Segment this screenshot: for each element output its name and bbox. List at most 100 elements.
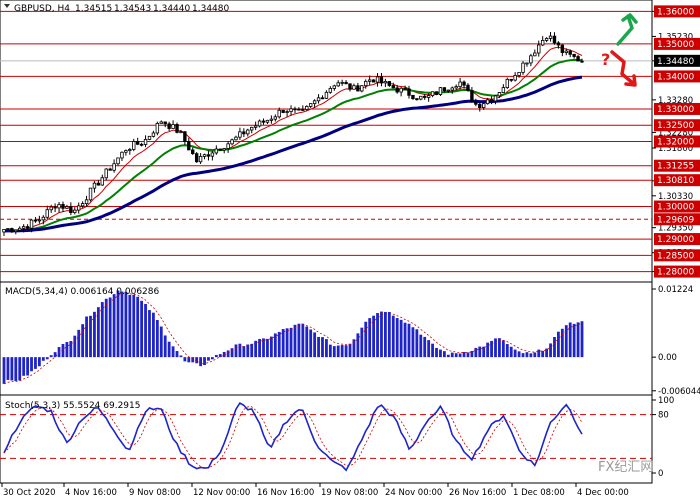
candle-body [214,148,219,154]
macd-bar [77,329,81,358]
macd-bar [246,344,250,358]
candle-body [183,131,187,142]
candle-body [265,119,270,123]
candle-body [218,148,222,151]
macd-bar [301,323,305,358]
candle-body [139,143,144,146]
candle-body [25,226,30,229]
candle-body [261,120,266,123]
time-tick-label: 16 Nov 16:00 [257,488,314,498]
level-tag-label: 1.32500 [657,121,694,131]
macd-bar [482,346,486,358]
macd-bar [391,315,395,358]
candle-body [497,92,502,97]
candle-body [159,121,163,124]
candle-body [454,86,458,89]
candle-body [301,108,305,111]
candle-body [450,87,454,91]
candle-body [371,79,376,83]
macd-bar [45,357,49,360]
candle-body [537,44,541,54]
candle-body [191,149,195,155]
level-tag-label: 1.29000 [657,235,694,245]
macd-bar [564,325,568,358]
macd-bar [395,318,399,358]
candle-body [458,81,462,87]
macd-bar [442,351,446,358]
macd-histogram [2,290,584,385]
candle-body [257,120,262,127]
macd-bar [446,354,450,358]
stoch-tick-label: 80 [658,411,669,421]
candle-body [501,87,506,93]
candle-body [513,75,517,81]
candle-body [143,138,148,145]
candle-body [434,91,439,95]
macd-bar [293,324,297,358]
candle-body [407,88,411,96]
macd-bar [210,357,214,360]
symbol-label: GBPUSD, H4 [14,4,70,14]
macd-bar [120,291,124,358]
macd-bar [348,343,352,358]
candle-body [155,122,160,134]
question-mark-icon: ? [601,50,610,69]
macd-bar [560,328,564,358]
candle-body [489,99,494,102]
candle-body [533,52,537,57]
stoch-main-line [3,402,583,472]
macd-bar [230,348,234,358]
candle-body [77,205,81,211]
macd-bar [387,311,391,358]
candle-body [556,42,561,46]
current-price-label: 1.34480 [657,57,694,67]
macd-bar [321,337,324,358]
macd-bar [26,357,29,376]
level-tag-label: 1.31255 [657,162,694,172]
macd-bar [509,346,513,358]
candle-body [438,87,443,95]
macd-bar [450,352,454,358]
macd-bar [384,311,387,358]
stochastic [0,402,652,472]
candle-body [544,38,549,41]
moving-average-line [3,46,583,232]
candle-body [312,100,317,105]
candle-body [250,126,254,131]
candle-body [493,95,498,102]
candle-body [88,187,93,201]
candle-body [426,95,431,98]
macd-bar [238,343,242,358]
macd-bar [423,336,427,358]
macd-bar [521,353,525,358]
macd-bar [336,345,340,358]
watermark: FX纪汇网 [598,460,653,475]
macd-bar [281,329,285,358]
macd-bar [191,357,195,363]
candle-body [320,97,325,100]
candle-body [352,85,356,90]
macd-bar [549,343,552,358]
price-levels [0,10,652,273]
stoch-tick-label: 100 [658,396,674,406]
candle-body [328,88,333,93]
candle-body [478,103,482,109]
candle-body [234,136,238,141]
price-tick-label: 1.30330 [658,192,693,202]
candle-body [576,56,580,62]
candle-body [395,87,399,93]
macd-bar [328,344,332,358]
time-tick-label: 19 Nov 08:00 [321,488,378,498]
macd-bar [104,298,108,358]
macd-bar [207,357,210,361]
bullish-arrow-icon [616,13,638,46]
macd-bar [439,349,442,358]
macd-bar [356,333,360,358]
macd-bar [128,294,132,358]
candle-body [80,203,85,207]
macd-bar [85,316,88,358]
macd-bar [269,336,273,358]
macd-bar [57,347,61,358]
candle-body [187,141,191,151]
candle-body [367,79,372,82]
